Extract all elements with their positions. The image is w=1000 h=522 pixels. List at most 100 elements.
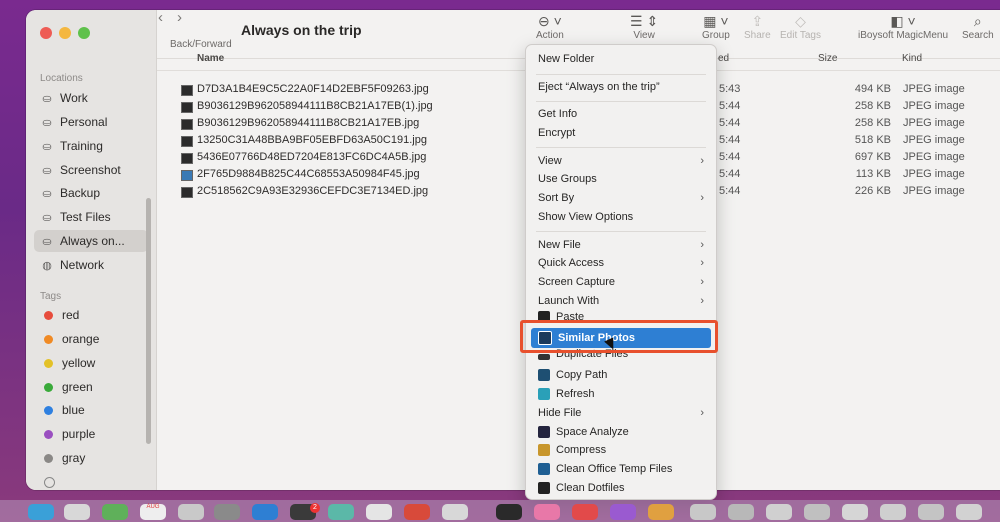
dock-app-icon[interactable]: [64, 504, 90, 520]
dock-app-icon[interactable]: [404, 504, 430, 520]
menu-item-sort-by[interactable]: Sort By ›: [538, 189, 704, 207]
group-button[interactable]: ▦ ˅ Group: [702, 13, 730, 41]
menu-item-use-groups[interactable]: Use Groups: [538, 170, 704, 188]
chevron-right-icon: ›: [700, 407, 704, 419]
share-button[interactable]: ⇪ Share: [744, 13, 771, 41]
column-header-kind[interactable]: Kind: [902, 53, 922, 64]
menu-item-clean-office-temp-files[interactable]: Clean Office Temp Files: [538, 460, 704, 478]
menu-item-screen-capture[interactable]: Screen Capture ›: [538, 273, 704, 291]
tag-yellow[interactable]: yellow: [34, 352, 148, 374]
file-date: 5:44: [719, 117, 741, 129]
zoom-button[interactable]: [78, 27, 90, 39]
calendar-icon[interactable]: AUG: [140, 504, 166, 520]
search-button[interactable]: ⌕ Search: [962, 13, 994, 41]
sidebar-item-backup[interactable]: ⛀ Backup: [34, 182, 148, 204]
tag-orange[interactable]: orange: [34, 328, 148, 350]
dock-app-icon[interactable]: [918, 504, 944, 520]
file-size: 518 KB: [854, 134, 891, 146]
edit-tags-label: Edit Tags: [780, 30, 821, 41]
tag-red[interactable]: red: [34, 304, 148, 326]
forward-arrow-icon[interactable]: ›: [177, 9, 182, 26]
dock-app-icon[interactable]: [252, 504, 278, 520]
dock-app-icon[interactable]: [572, 504, 598, 520]
sidebar-item-personal[interactable]: ⛀ Personal: [34, 111, 148, 133]
menu-item-eject[interactable]: Eject “Always on the trip”: [538, 78, 704, 96]
chevron-right-icon: ›: [700, 239, 704, 251]
close-button[interactable]: [40, 27, 52, 39]
menu-item-hide-file[interactable]: Hide File ›: [538, 404, 704, 422]
dock-app-icon[interactable]: [842, 504, 868, 520]
magicmenu-label: iBoysoft MagicMenu: [858, 30, 949, 41]
dock-app-icon[interactable]: [804, 504, 830, 520]
menu-item-label: Launch With: [538, 295, 600, 307]
sidebar-item-training[interactable]: ⛀ Training: [34, 135, 148, 157]
tag-all-tags[interactable]: [34, 471, 148, 490]
dock-app-icon[interactable]: [214, 504, 240, 520]
menu-item-view[interactable]: View ›: [538, 152, 704, 170]
dock-app-icon[interactable]: [610, 504, 636, 520]
tag-gray[interactable]: gray: [34, 447, 148, 469]
column-header-size[interactable]: Size: [818, 53, 837, 64]
search-icon: ⌕: [973, 13, 982, 29]
sidebar-item-screenshot[interactable]: ⛀ Screenshot: [34, 159, 148, 181]
sidebar-item-network[interactable]: ◍ Network: [34, 254, 148, 276]
file-size: 113 KB: [855, 168, 891, 180]
file-name: 2C518562C9A93E32936CEFDC3E7134ED.jpg: [197, 185, 429, 197]
tag-label: yellow: [62, 356, 96, 370]
minimize-button[interactable]: [59, 27, 71, 39]
menu-item-label: Clean Office Temp Files: [556, 463, 673, 475]
dock-app-icon[interactable]: [880, 504, 906, 520]
column-header-name[interactable]: Name: [197, 53, 224, 64]
edit-tags-button[interactable]: ◇ Edit Tags: [780, 13, 821, 41]
sidebar-item-test-files[interactable]: ⛀ Test Files: [34, 206, 148, 228]
tag-purple[interactable]: purple: [34, 423, 148, 445]
menu-item-label: Refresh: [556, 388, 595, 400]
menu-item-label: Compress: [556, 444, 607, 456]
dock-app-icon[interactable]: [534, 504, 560, 520]
view-button[interactable]: ☰ ⇕ View: [630, 13, 658, 41]
menu-item-space-analyze[interactable]: Space Analyze: [538, 423, 704, 441]
dock-app-icon[interactable]: [28, 504, 54, 520]
menu-item-new-file[interactable]: New File ›: [538, 236, 704, 254]
file-kind: JPEG image: [903, 185, 965, 197]
menu-item-show-view-options[interactable]: Show View Options: [538, 208, 704, 226]
menu-item-get-info[interactable]: Get Info: [538, 105, 704, 123]
menu-item-quick-access[interactable]: Quick Access ›: [538, 254, 704, 272]
list-view-icon: ☰ ⇕: [630, 13, 659, 29]
tag-green[interactable]: green: [34, 376, 148, 398]
dock-app-icon[interactable]: [728, 504, 754, 520]
magicmenu-button[interactable]: ◧ ˅ iBoysoft MagicMenu: [858, 13, 948, 41]
column-header-date[interactable]: ed: [718, 53, 729, 64]
back-arrow-icon[interactable]: ‹: [158, 9, 163, 26]
compress-icon: [538, 444, 550, 456]
menu-item-copy-path[interactable]: Copy Path: [538, 366, 704, 384]
sidebar-item-label: Screenshot: [60, 163, 121, 177]
action-button[interactable]: ⊖ ˅ Action: [536, 13, 564, 41]
menu-item-encrypt[interactable]: Encrypt: [538, 124, 704, 142]
dock-app-icon[interactable]: [496, 504, 522, 520]
dock-app-icon[interactable]: [956, 504, 982, 520]
image-file-icon: [181, 102, 193, 113]
dock-app-icon[interactable]: [178, 504, 204, 520]
tag-blue[interactable]: blue: [34, 399, 148, 421]
sidebar-scrollbar[interactable]: [146, 198, 151, 444]
menu-item-refresh[interactable]: Refresh: [538, 385, 704, 403]
dock-app-icon[interactable]: [328, 504, 354, 520]
view-label: View: [633, 30, 655, 41]
duplicate-files-icon: [538, 354, 550, 360]
dock-app-icon[interactable]: [766, 504, 792, 520]
dock-app-icon[interactable]: [442, 504, 468, 520]
copy-path-icon: [538, 369, 550, 381]
tag-dot-icon: [44, 453, 53, 463]
dock-app-icon[interactable]: [648, 504, 674, 520]
dock-app-icon[interactable]: [366, 504, 392, 520]
menu-item-launch-with[interactable]: Launch With ›: [538, 292, 704, 310]
menu-item-compress[interactable]: Compress: [538, 441, 704, 459]
dock-app-icon[interactable]: [690, 504, 716, 520]
menu-item-clean-dotfiles[interactable]: Clean Dotfiles: [538, 479, 704, 497]
sidebar-item-work[interactable]: ⛀ Work: [34, 87, 148, 109]
dock-app-icon[interactable]: [102, 504, 128, 520]
window-title: Always on the trip: [241, 22, 362, 38]
sidebar-item-always-on-the-trip[interactable]: ⛀ Always on...: [34, 230, 148, 252]
menu-item-new-folder[interactable]: New Folder: [538, 50, 704, 68]
